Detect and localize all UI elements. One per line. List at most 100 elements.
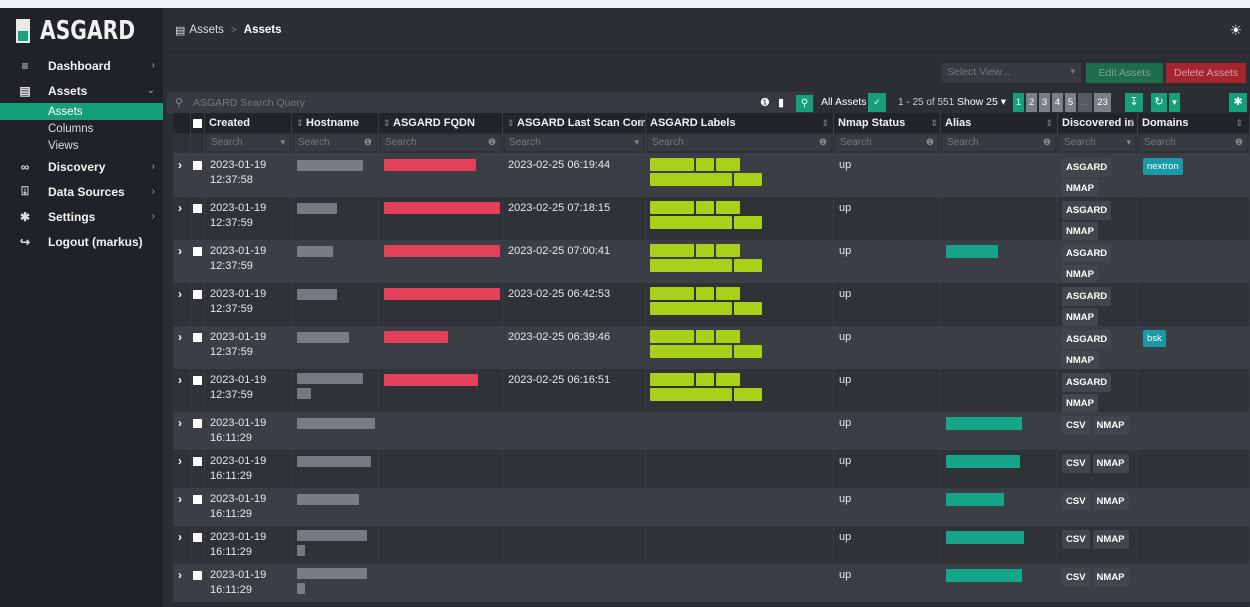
sidebar-item-assets[interactable]: ▤ Assets ⌄ xyxy=(0,78,163,103)
cell-hostname[interactable] xyxy=(292,326,379,369)
row-checkbox[interactable] xyxy=(191,488,205,526)
row-checkbox[interactable] xyxy=(191,197,205,240)
filter-created[interactable]: Search ▾ xyxy=(205,133,292,153)
table-row[interactable]: › 2023-01-19 12:37:59 2023-02-25 06:39:46… xyxy=(173,326,1250,369)
table-row[interactable]: › 2023-01-19 12:37:58 2023-02-25 06:19:44… xyxy=(173,154,1250,197)
info-icon[interactable]: ❶ xyxy=(760,96,770,109)
expand-row-button[interactable]: › xyxy=(173,526,191,564)
cell-fqdn[interactable] xyxy=(379,240,503,283)
cell-hostname[interactable] xyxy=(292,526,379,564)
sidebar-subitem-views[interactable]: Views xyxy=(0,137,163,154)
settings-icon[interactable]: ✱ xyxy=(1229,93,1247,112)
row-checkbox[interactable] xyxy=(191,526,205,564)
row-checkbox[interactable] xyxy=(191,450,205,488)
cell-fqdn[interactable] xyxy=(379,564,503,602)
select-all-checkbox[interactable] xyxy=(191,113,205,133)
cell-fqdn[interactable] xyxy=(379,526,503,564)
sidebar-item-logout[interactable]: ↪ Logout (markus) xyxy=(0,229,163,254)
sidebar-item-dashboard[interactable]: ≡ Dashboard › xyxy=(0,53,163,78)
expand-row-button[interactable]: › xyxy=(173,283,191,326)
row-checkbox[interactable] xyxy=(191,412,205,450)
cell-fqdn[interactable] xyxy=(379,450,503,488)
domain-tag[interactable]: nextron xyxy=(1143,158,1183,175)
expand-row-button[interactable]: › xyxy=(173,326,191,369)
cell-hostname[interactable] xyxy=(292,154,379,197)
expand-row-button[interactable]: › xyxy=(173,488,191,526)
edit-assets-button[interactable]: Edit Assets xyxy=(1086,63,1163,83)
sidebar-subitem-columns[interactable]: Columns xyxy=(0,120,163,137)
delete-assets-button[interactable]: Delete Assets xyxy=(1166,63,1246,83)
expand-row-button[interactable]: › xyxy=(173,369,191,412)
cell-hostname[interactable] xyxy=(292,450,379,488)
expand-row-button[interactable]: › xyxy=(173,450,191,488)
sidebar-subitem-assets[interactable]: Assets xyxy=(0,103,163,120)
expand-row-button[interactable]: › xyxy=(173,240,191,283)
cell-hostname[interactable] xyxy=(292,564,379,602)
page-size-dropdown[interactable]: Show 25 ▾ xyxy=(957,96,1006,108)
cell-hostname[interactable] xyxy=(292,197,379,240)
cell-fqdn[interactable] xyxy=(379,154,503,197)
header-last-scan[interactable]: ⇕ASGARD Last Scan Completed⇕ xyxy=(503,113,646,133)
header-created[interactable]: Created xyxy=(205,113,292,133)
row-checkbox[interactable] xyxy=(191,240,205,283)
cell-fqdn[interactable] xyxy=(379,283,503,326)
table-row[interactable]: › 2023-01-19 12:37:59 2023-02-25 06:16:51… xyxy=(173,369,1250,412)
cell-hostname[interactable] xyxy=(292,488,379,526)
cell-hostname[interactable] xyxy=(292,412,379,450)
expand-row-button[interactable]: › xyxy=(173,154,191,197)
header-domains[interactable]: Domains ⇕ xyxy=(1138,113,1250,133)
expand-row-button[interactable]: › xyxy=(173,564,191,602)
clipboard-icon[interactable]: ▮ xyxy=(778,96,784,109)
header-nmap-status[interactable]: Nmap Status ⇕ xyxy=(834,113,941,133)
filter-nmap-status[interactable]: Search ❶ xyxy=(834,133,941,153)
table-row[interactable]: › 2023-01-19 12:37:59 2023-02-25 07:00:41… xyxy=(173,240,1250,283)
download-icon[interactable]: ↧ xyxy=(1125,93,1143,112)
sidebar-item-settings[interactable]: ✱ Settings › xyxy=(0,204,163,229)
filter-alias[interactable]: Search ❶ xyxy=(941,133,1058,153)
page-button[interactable]: 2 xyxy=(1026,93,1037,112)
refresh-icon[interactable]: ↻ xyxy=(1151,93,1167,112)
table-row[interactable]: › 2023-01-19 16:11:29 up CSV NMAP xyxy=(173,450,1250,488)
row-checkbox[interactable] xyxy=(191,564,205,602)
table-row[interactable]: › 2023-01-19 16:11:29 up CSV NMAP xyxy=(173,526,1250,564)
header-fqdn[interactable]: ⇕ ASGARD FQDN xyxy=(379,113,503,133)
table-row[interactable]: › 2023-01-19 16:11:29 up CSV NMAP xyxy=(173,412,1250,450)
breadcrumb-link[interactable]: Assets xyxy=(189,24,224,36)
cell-hostname[interactable] xyxy=(292,283,379,326)
filter-domains[interactable]: Search ❶ xyxy=(1138,133,1250,153)
brand[interactable]: ASGARD xyxy=(0,8,163,53)
search-input[interactable]: ⚲ ASGARD Search Query ❶ ▮ ⚲ xyxy=(167,92,814,114)
row-checkbox[interactable] xyxy=(191,154,205,197)
header-alias[interactable]: Alias ⇕ xyxy=(941,113,1058,133)
select-view-dropdown[interactable]: Select View... ▾ xyxy=(941,63,1081,83)
row-checkbox[interactable] xyxy=(191,369,205,412)
theme-toggle-icon[interactable]: ☀ xyxy=(1229,22,1242,39)
page-button[interactable]: 4 xyxy=(1052,93,1063,112)
filter-hostname[interactable]: Search ❶ xyxy=(292,133,379,153)
page-button[interactable]: 5 xyxy=(1065,93,1076,112)
domain-tag[interactable]: bsk xyxy=(1143,330,1166,347)
header-discovered-in[interactable]: Discovered in ⇕ xyxy=(1058,113,1138,133)
sidebar-item-discovery[interactable]: ∞ Discovery › xyxy=(0,154,163,179)
search-button[interactable]: ⚲ xyxy=(796,95,813,112)
chevron-down-icon[interactable]: ▼ xyxy=(1169,93,1180,112)
table-row[interactable]: › 2023-01-19 16:11:29 up CSV NMAP xyxy=(173,564,1250,602)
expand-row-button[interactable]: › xyxy=(173,412,191,450)
cell-fqdn[interactable] xyxy=(379,326,503,369)
table-row[interactable]: › 2023-01-19 12:37:59 2023-02-25 07:18:15… xyxy=(173,197,1250,240)
filter-labels[interactable]: Search ❶ xyxy=(646,133,834,153)
cell-fqdn[interactable] xyxy=(379,488,503,526)
row-checkbox[interactable] xyxy=(191,326,205,369)
sidebar-item-data-sources[interactable]: ⍗ Data Sources › xyxy=(0,179,163,204)
page-button[interactable]: 1 xyxy=(1013,93,1024,112)
scope-dropdown-button[interactable]: ✓ xyxy=(868,93,886,112)
cell-fqdn[interactable] xyxy=(379,369,503,412)
table-row[interactable]: › 2023-01-19 16:11:29 up CSV NMAP xyxy=(173,488,1250,526)
page-button[interactable]: 3 xyxy=(1039,93,1050,112)
filter-discovered-in[interactable]: Search ▾ xyxy=(1058,133,1138,153)
filter-fqdn[interactable]: Search ❶ xyxy=(379,133,503,153)
table-row[interactable]: › 2023-01-19 12:37:59 2023-02-25 06:42:53… xyxy=(173,283,1250,326)
cell-hostname[interactable] xyxy=(292,369,379,412)
header-labels[interactable]: ASGARD Labels ⇕ xyxy=(646,113,834,133)
row-checkbox[interactable] xyxy=(191,283,205,326)
